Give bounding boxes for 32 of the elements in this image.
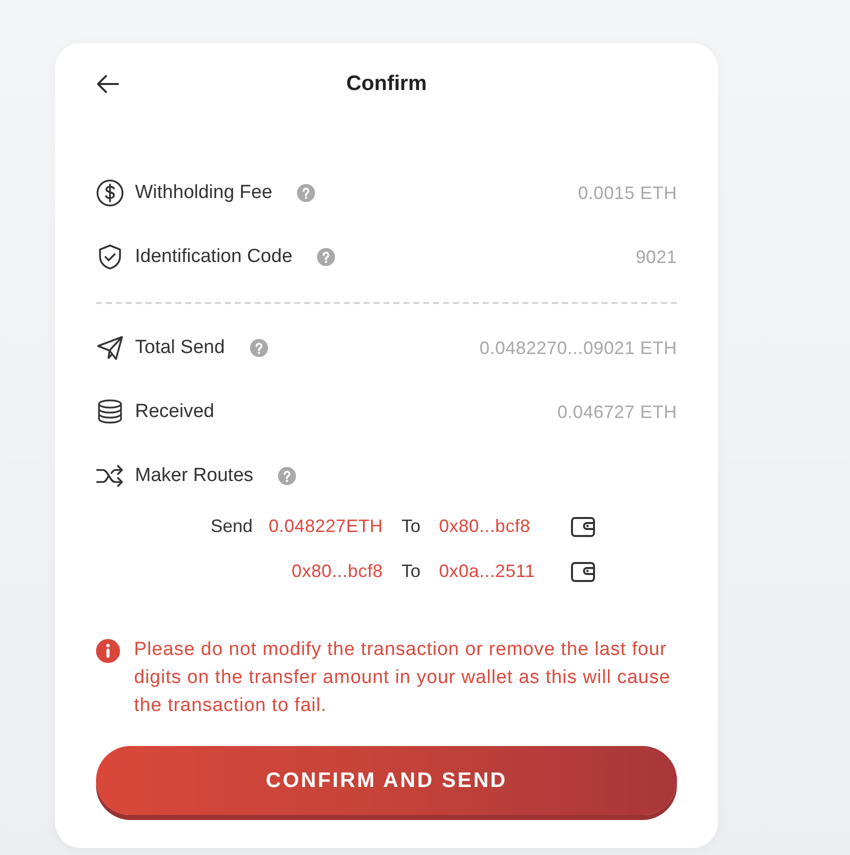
row-label: Received [135,401,214,423]
route-connector: To [400,561,422,582]
route-amount: 0.048227ETH [268,516,383,537]
route-label: Send [210,516,253,537]
row-value: 0.046727 ETH [557,402,677,422]
row-label: Identification Code [135,246,292,268]
row-value: 9021 [636,246,677,268]
help-icon[interactable] [297,184,316,202]
coin-stack-icon [96,398,124,426]
help-icon[interactable] [317,248,336,266]
page-title: Confirm [346,72,427,96]
row-value: 0.0015 ETH [578,182,677,204]
shuffle-icon [96,462,124,490]
row-label: Maker Routes [135,465,254,487]
confirm-and-send-button[interactable]: CONFIRM AND SEND [96,746,677,815]
route-connector: To [400,516,422,537]
wallet-icon[interactable] [571,562,595,582]
row-value: 0.0482270...09021 ETH [480,338,677,358]
shield-check-icon [96,243,124,271]
wallet-icon[interactable] [571,516,595,536]
row-label: Withholding Fee [135,182,272,204]
help-icon[interactable] [278,467,296,485]
row-label: Total Send [135,337,225,359]
info-icon [96,639,120,663]
route-address: 0x80...bcf8 [439,516,532,537]
back-arrow-icon[interactable] [96,74,120,94]
dollar-icon [96,179,124,207]
warning-message: Please do not modify the transaction or remove the last four digits on the transfer amount in your wallet as this will cause the transaction to fail. [134,638,672,718]
route-address: 0x0a...2511 [439,561,536,582]
route-address: 0x80...bcf8 [292,561,383,582]
help-icon[interactable] [250,339,268,357]
paper-plane-icon [96,334,124,362]
